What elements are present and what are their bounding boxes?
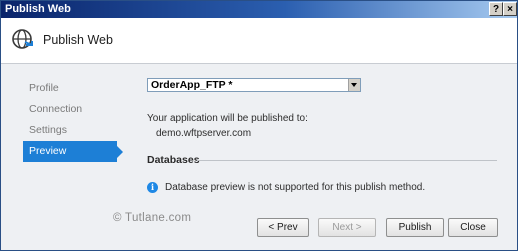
globe-publish-icon [12,29,33,49]
publish-web-dialog: Publish Web ? × Publish Web Profile Conn… [0,0,518,251]
info-icon: i [147,182,158,193]
databases-heading: Databases [147,154,200,166]
close-window-button[interactable]: × [503,2,517,16]
watermark: © Tutlane.com [113,212,192,224]
publish-target-label: Your application will be published to: [147,113,308,124]
profile-select-value: OrderApp_FTP * [151,79,233,91]
databases-note: Database preview is not supported for th… [165,182,426,193]
nav-item-connection[interactable]: Connection [23,99,123,120]
profile-select[interactable]: OrderApp_FTP * [147,78,361,92]
chevron-down-icon[interactable] [348,79,360,91]
help-button[interactable]: ? [489,2,503,16]
header-title: Publish Web [43,33,113,47]
nav-item-settings[interactable]: Settings [23,120,123,141]
wizard-nav: Profile Connection Settings Preview [23,78,123,162]
nav-item-preview[interactable]: Preview [23,141,123,162]
section-divider [197,160,497,161]
title-bar[interactable]: Publish Web ? × [1,1,517,18]
server-address: demo.wftpserver.com [156,128,252,139]
window-title: Publish Web [5,3,71,15]
next-button[interactable]: Next > [318,218,376,237]
prev-button[interactable]: < Prev [257,218,309,237]
dialog-header: Publish Web [1,18,517,64]
publish-button[interactable]: Publish [386,218,444,237]
close-button[interactable]: Close [448,218,498,237]
nav-item-profile[interactable]: Profile [23,78,123,99]
